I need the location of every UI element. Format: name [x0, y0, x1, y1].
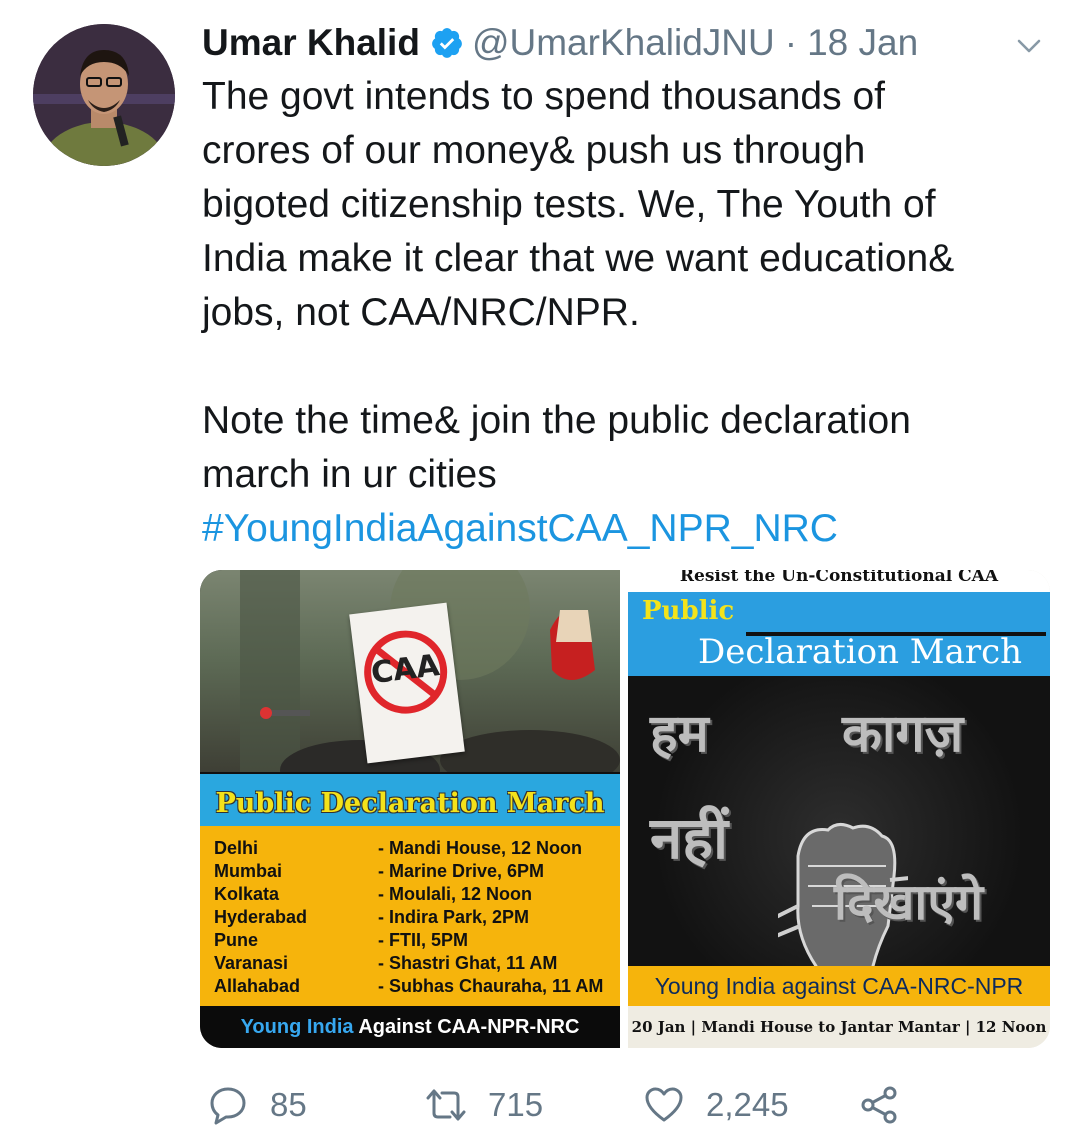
author-avatar[interactable]: [33, 24, 175, 166]
schedule-row: Varanasi - Shastri Ghat, 11 AM: [212, 953, 612, 976]
fist-artwork: हम कागज़ नहीं दिखाएंगे: [628, 676, 1050, 1046]
city-name: Mumbai: [214, 861, 283, 881]
tweet-header: Umar Khalid @UmarKhalidJNU · 18 Jan: [202, 18, 1062, 68]
heart-icon: [645, 1087, 683, 1122]
reply-count: 85: [270, 1086, 307, 1123]
poster-title: Public Declaration March: [215, 788, 605, 819]
footer-against: Against CAA-NPR-NRC: [353, 1016, 580, 1038]
like-count: 2,245: [706, 1086, 789, 1123]
chevron-down-icon[interactable]: [1014, 28, 1044, 58]
poster-tagline: Young India against CAA-NRC-NPR: [628, 966, 1050, 1006]
hashtag-link[interactable]: #YoungIndiaAgainstCAA_NPR_NRC: [202, 502, 1042, 556]
retweet-button[interactable]: 715: [426, 1080, 543, 1130]
venue-time: - Subhas Chauraha, 11 AM: [378, 976, 604, 996]
separator-dot: ·: [784, 22, 798, 63]
hindi-text-hum: हम: [650, 704, 709, 764]
like-button[interactable]: 2,245: [644, 1080, 789, 1130]
poster-public-label: Public: [642, 596, 735, 626]
verified-badge-icon: [430, 26, 464, 60]
poster-date-venue: 20 Jan | Mandi House to Jantar Mantar | …: [628, 1006, 1050, 1048]
schedule-row: Delhi - Mandi House, 12 Noon: [212, 838, 612, 861]
venue-time: - Mandi House, 12 Noon: [378, 838, 583, 858]
venue-time: - FTII, 5PM: [378, 930, 468, 950]
tweet-actions: 85 715 2,245: [0, 1080, 1080, 1130]
reply-button[interactable]: 85: [208, 1080, 307, 1130]
retweet-icon: [426, 1089, 466, 1121]
schedule-row: Hyderabad - Indira Park, 2PM: [212, 907, 612, 930]
tweet-text-line: Note the time& join the public declarati…: [202, 399, 911, 442]
city-name: Allahabad: [214, 976, 301, 996]
venue-time: - Marine Drive, 6PM: [378, 861, 545, 881]
tweet-text-line: bigoted citizenship tests. We, The Youth…: [202, 183, 936, 226]
hindi-text-dikhayenge: दिखाएंगे: [834, 873, 984, 931]
reply-icon: [210, 1087, 246, 1125]
author-handle[interactable]: @UmarKhalidJNU: [472, 22, 775, 64]
tweet-text-line: jobs, not CAA/NRC/NPR.: [202, 291, 640, 334]
city-name: Kolkata: [214, 884, 280, 904]
schedule-row: Allahabad - Subhas Chauraha, 11 AM: [212, 976, 612, 999]
hindi-text-kagaz: कागज़: [842, 704, 964, 764]
retweet-count: 715: [488, 1086, 544, 1123]
share-icon: [861, 1086, 897, 1124]
tweet-date[interactable]: 18 Jan: [807, 22, 918, 64]
schedule-row: Kolkata - Moulali, 12 Noon: [212, 884, 612, 907]
tweet-text-line: march in ur cities: [202, 453, 497, 496]
schedule-row: Pune - FTII, 5PM: [212, 930, 612, 953]
tweet-text-line: The govt intends to spend thousands of: [202, 75, 885, 118]
tweet-body: The govt intends to spend thousands of c…: [202, 70, 1042, 556]
media-image-right[interactable]: Resist the Un-Constitutional CAA Public …: [628, 570, 1050, 1048]
city-name: Hyderabad: [214, 907, 308, 927]
caa-protest-sign: CAA: [349, 602, 465, 764]
author-name[interactable]: Umar Khalid: [202, 22, 420, 64]
venue-time: - Shastri Ghat, 11 AM: [378, 953, 558, 973]
venue-time: - Indira Park, 2PM: [378, 907, 530, 927]
poster-footer: Young India Against CAA-NPR-NRC: [200, 1006, 620, 1048]
poster-declaration-label: Declaration March: [698, 632, 1023, 672]
tweet-text-line: crores of our money& push us through: [202, 129, 866, 172]
city-name: Delhi: [214, 838, 259, 858]
hindi-text-nahi: नहीं: [650, 804, 729, 872]
venue-time: - Moulali, 12 Noon: [378, 884, 533, 904]
footer-young-india: Young India: [240, 1016, 354, 1038]
city-name: Varanasi: [214, 953, 289, 973]
poster-top-text: Resist the Un-Constitutional CAA: [628, 570, 1050, 592]
media-image-left[interactable]: CAA Public Declaration March Delhi - Mand…: [200, 570, 620, 1048]
city-name: Pune: [214, 930, 259, 950]
tweet-text-line: India make it clear that we want educati…: [202, 237, 955, 280]
schedule-row: Mumbai - Marine Drive, 6PM: [212, 861, 612, 884]
march-schedule: Delhi - Mandi House, 12 Noon Mumbai - Mari…: [200, 826, 620, 1006]
share-button[interactable]: [860, 1080, 922, 1130]
